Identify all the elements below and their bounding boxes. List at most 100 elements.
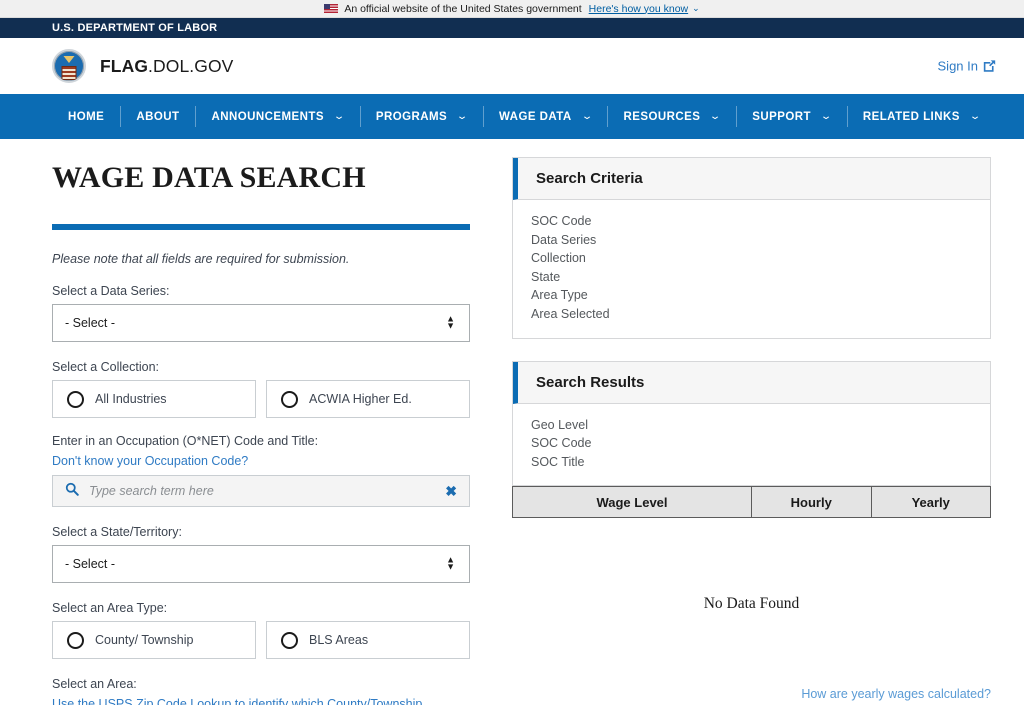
column-header-hourly[interactable]: Hourly (751, 486, 872, 519)
criteria-item-soc-code: SOC Code (531, 214, 592, 228)
occupation-search-field[interactable]: Type search term here ✖ (52, 475, 470, 507)
occupation-search-placeholder: Type search term here (89, 484, 214, 498)
table-header-row: Wage Level Hourly Yearly (512, 486, 991, 519)
criteria-item-state: State (531, 269, 561, 284)
usa-official-banner: An official website of the United States… (0, 0, 1024, 18)
main-navigation[interactable]: HOME ABOUT ANNOUNCEMENTS ⌄ PROGRAMS ⌄ WA… (0, 94, 1024, 139)
area-label: Select an Area: (52, 677, 137, 691)
form-required-note: Please note that all fields are required… (52, 252, 350, 266)
usps-zip-lookup-link[interactable]: Use the USPS Zip Code Lookup to identify… (52, 697, 470, 705)
result-item-geo-level: Geo Level (531, 417, 588, 432)
usa-banner-text: An official website of the United States… (344, 2, 582, 15)
dol-agency-bar: U.S. DEPARTMENT OF LABOR (0, 18, 1024, 38)
clear-x-icon[interactable]: ✖ (445, 484, 457, 498)
page-content: WAGE DATA SEARCH Please note that all fi… (0, 139, 1024, 705)
area-type-option-label: BLS Areas (309, 633, 369, 647)
nav-label: PROGRAMS (375, 110, 448, 123)
nav-item-announcements[interactable]: ANNOUNCEMENTS ⌄ (195, 94, 359, 139)
search-criteria-body: SOC Code Data Series Collection State Ar… (513, 200, 990, 338)
how-you-know-link[interactable]: Here's how you know (589, 3, 688, 15)
search-criteria-header: Search Criteria (513, 158, 990, 200)
data-series-label: Select a Data Series: (52, 284, 170, 298)
chevron-updown-icon: ▲ ▼ (446, 554, 455, 572)
results-column: Search Criteria SOC Code Data Series Col… (500, 139, 1024, 703)
area-type-radio-group[interactable]: County/ Township BLS Areas (52, 621, 470, 659)
agency-name: U.S. DEPARTMENT OF LABOR (52, 22, 218, 34)
nav-label: ANNOUNCEMENTS (211, 110, 324, 123)
wage-results-table: Wage Level Hourly Yearly (512, 486, 991, 519)
search-results-panel: Search Results Geo Level SOC Code SOC Ti… (512, 360, 991, 487)
sign-in-label: Sign In (937, 58, 978, 74)
data-series-select[interactable]: - Select - ▲ ▼ (52, 304, 470, 342)
collection-option-acwia[interactable]: ACWIA Higher Ed. (266, 380, 470, 418)
chevron-down-icon: ⌄ (580, 110, 594, 122)
no-data-message: No Data Found (703, 595, 800, 613)
search-results-title: Search Results (536, 373, 645, 391)
search-criteria-panel: Search Criteria SOC Code Data Series Col… (512, 157, 991, 339)
sign-in-link[interactable]: Sign In (938, 59, 996, 74)
radio-icon[interactable] (281, 631, 298, 649)
nav-item-about[interactable]: ABOUT (120, 94, 195, 139)
collection-option-label: All Industries (95, 392, 167, 406)
nav-item-home[interactable]: HOME (52, 94, 120, 139)
result-item-soc-title: SOC Title (531, 454, 585, 469)
area-type-option-county-township[interactable]: County/ Township (52, 621, 256, 659)
external-link-icon (983, 60, 996, 73)
criteria-item-collection: Collection (531, 251, 586, 266)
criteria-item-area-type: Area Type (531, 288, 588, 303)
occupation-label: Enter in an Occupation (O*NET) Code and … (52, 434, 319, 448)
chevron-down-icon[interactable]: ⌄ (692, 3, 700, 14)
radio-icon[interactable] (281, 390, 298, 408)
nav-label: ABOUT (136, 110, 180, 123)
collection-option-all-industries[interactable]: All Industries (52, 380, 256, 418)
nav-label: RESOURCES (623, 110, 701, 123)
chevron-down-icon: ⌄ (456, 110, 470, 122)
site-logo-flag: FLAG (100, 55, 149, 76)
radio-icon[interactable] (67, 631, 84, 649)
nav-label: WAGE DATA (499, 110, 572, 123)
chevron-down-icon: ⌄ (333, 110, 346, 122)
site-logo-domain: .DOL.GOV (148, 55, 234, 76)
state-value: - Select - (65, 557, 116, 571)
nav-label: RELATED LINKS (862, 110, 960, 123)
nav-item-related-links[interactable]: RELATED LINKS ⌄ (846, 94, 996, 139)
chevron-updown-icon: ▲ ▼ (446, 313, 455, 331)
column-header-yearly[interactable]: Yearly (870, 486, 991, 519)
site-header: FLAG.DOL.GOV Sign In (0, 38, 1024, 94)
yearly-wages-calc-container: How are yearly wages calculated? (512, 685, 991, 703)
criteria-item-data-series: Data Series (531, 232, 597, 247)
search-icon (65, 482, 79, 501)
collection-radio-group[interactable]: All Industries ACWIA Higher Ed. (52, 380, 470, 418)
nav-label: HOME (68, 110, 105, 123)
panel-spacer (512, 339, 991, 361)
nav-item-wage-data[interactable]: WAGE DATA ⌄ (483, 94, 607, 139)
nav-item-resources[interactable]: RESOURCES ⌄ (607, 94, 736, 139)
area-type-option-bls-areas[interactable]: BLS Areas (266, 621, 470, 659)
page-title: WAGE DATA SEARCH (52, 161, 366, 194)
collection-option-label: ACWIA Higher Ed. (309, 392, 412, 406)
area-type-option-label: County/ Township (95, 633, 194, 647)
title-divider (52, 224, 470, 230)
result-item-soc-code: SOC Code (531, 436, 592, 451)
radio-icon[interactable] (67, 390, 84, 408)
chevron-down-icon: ⌄ (968, 110, 982, 122)
column-header-wage-level[interactable]: Wage Level (512, 486, 752, 519)
collection-label: Select a Collection: (52, 360, 160, 374)
criteria-item-area-selected: Area Selected (531, 306, 610, 321)
site-logo-text[interactable]: FLAG.DOL.GOV (100, 56, 233, 77)
nav-item-support[interactable]: SUPPORT ⌄ (736, 94, 847, 139)
yearly-wages-calculated-link[interactable]: How are yearly wages calculated? (801, 687, 991, 701)
search-results-body: Geo Level SOC Code SOC Title (513, 404, 990, 486)
data-series-value: - Select - (65, 316, 116, 330)
area-type-label: Select an Area Type: (52, 601, 168, 615)
chevron-down-icon: ⌄ (709, 110, 723, 122)
search-criteria-title: Search Criteria (536, 170, 643, 187)
search-results-header: Search Results (513, 361, 990, 404)
occupation-code-help-link[interactable]: Don't know your Occupation Code? (52, 454, 470, 468)
state-select[interactable]: - Select - ▲ ▼ (52, 545, 470, 583)
chevron-down-icon: ⌄ (819, 110, 833, 122)
us-flag-icon (324, 4, 339, 13)
nav-label: SUPPORT (752, 110, 811, 123)
nav-item-programs[interactable]: PROGRAMS ⌄ (359, 94, 483, 139)
state-label: Select a State/Territory: (52, 525, 182, 539)
